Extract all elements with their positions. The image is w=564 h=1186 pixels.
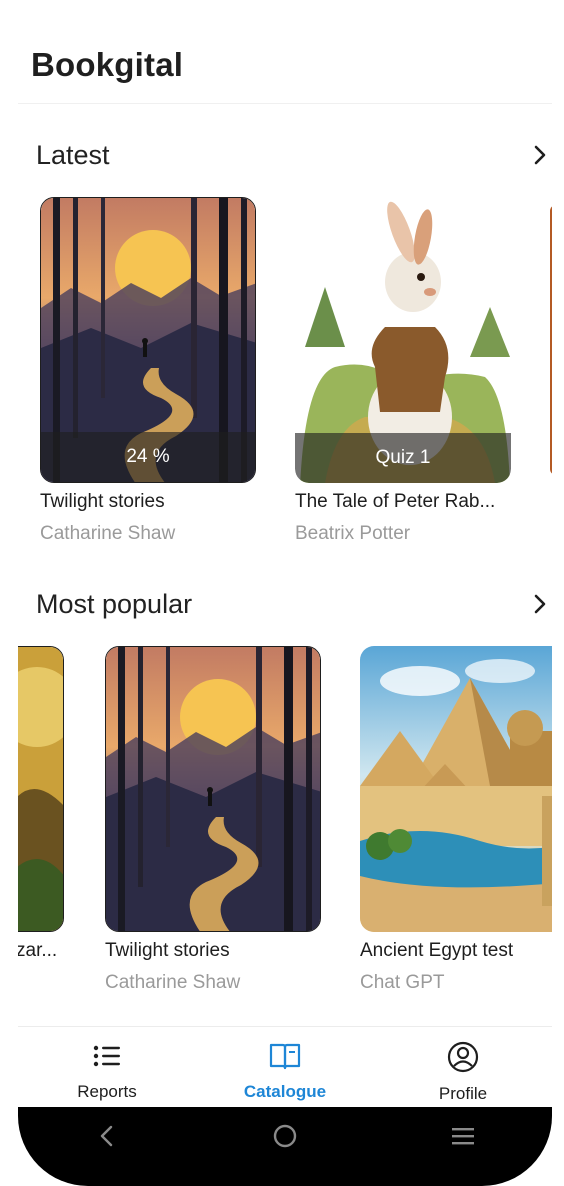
- popular-see-all-chevron-icon[interactable]: [528, 592, 552, 616]
- nav-label: Reports: [77, 1082, 137, 1101]
- latest-section-title: Latest: [36, 140, 110, 170]
- book-title: Twilight stories: [40, 491, 165, 512]
- book-title: zar...: [18, 940, 58, 961]
- popular-book-card-partial[interactable]: zar...: [18, 646, 64, 981]
- list-icon: [92, 1041, 122, 1076]
- phone-screen: Bookgital Latest 24 % Twilight stories C…: [18, 0, 552, 1186]
- book-author: Catharine Shaw: [40, 523, 176, 544]
- nav-label: Profile: [438, 1084, 488, 1103]
- nav-label: Catalogue: [243, 1082, 327, 1101]
- quiz-badge: Quiz 1: [295, 433, 511, 483]
- bottom-navigation: Reports Catalogue Profile: [18, 1026, 552, 1107]
- latest-see-all-chevron-icon[interactable]: [528, 143, 552, 167]
- book-author: Catharine Shaw: [105, 972, 241, 993]
- latest-book-card[interactable]: 24 % Twilight stories Catharine Shaw: [40, 197, 256, 545]
- popular-book-card[interactable]: Twilight stories Catharine Shaw: [105, 646, 321, 994]
- book-cover-twilight: [105, 646, 321, 932]
- popular-book-card[interactable]: Ancient Egypt test Chat GPT: [360, 646, 552, 994]
- book-title: Twilight stories: [105, 940, 230, 961]
- latest-book-card[interactable]: Quiz 1 The Tale of Peter Rab... Beatrix …: [295, 197, 511, 545]
- book-title: Ancient Egypt test: [360, 940, 514, 961]
- nav-item-profile[interactable]: Profile: [374, 1027, 552, 1107]
- book-author: Beatrix Potter: [295, 523, 411, 544]
- menu-icon[interactable]: [448, 1121, 478, 1151]
- home-icon[interactable]: [270, 1121, 300, 1151]
- system-navigation-bar: [18, 1107, 552, 1186]
- nav-item-reports[interactable]: Reports: [18, 1027, 196, 1107]
- book-cover-peter-rabbit: Quiz 1: [295, 197, 511, 483]
- book-cover-partial: [18, 646, 64, 932]
- app-header: Bookgital: [18, 0, 552, 104]
- book-cover-ancient-egypt: [360, 646, 552, 932]
- book-icon: [269, 1041, 301, 1076]
- app-title: Bookgital: [31, 46, 184, 83]
- latest-book-card-partial[interactable]: [550, 205, 552, 475]
- progress-badge: 24 %: [41, 432, 255, 482]
- back-icon[interactable]: [92, 1121, 122, 1151]
- book-author: Chat GPT: [360, 972, 445, 993]
- nav-item-catalogue[interactable]: Catalogue: [196, 1027, 374, 1107]
- book-cover-twilight: 24 %: [40, 197, 256, 483]
- book-title: The Tale of Peter Rab...: [295, 491, 496, 512]
- profile-icon: [447, 1041, 479, 1078]
- popular-section-title: Most popular: [36, 589, 193, 619]
